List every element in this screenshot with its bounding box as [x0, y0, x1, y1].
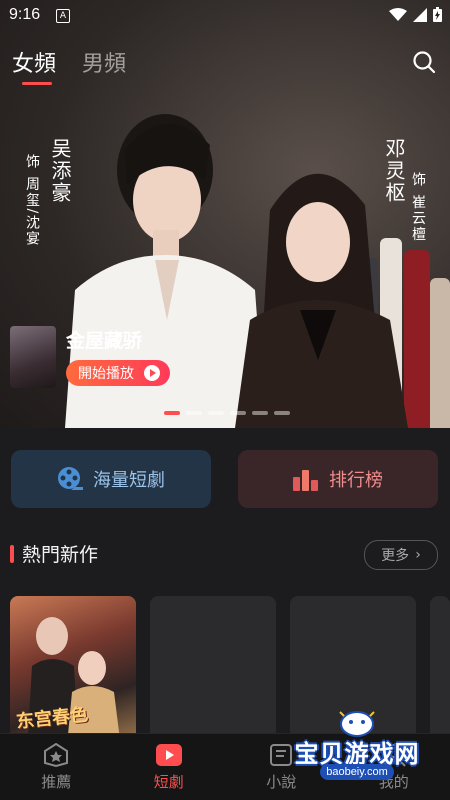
ranking-button[interactable]: 排行榜	[238, 450, 438, 508]
play-button[interactable]: 開始播放	[66, 360, 170, 386]
play-button-label: 開始播放	[78, 366, 134, 382]
section-accent-bar	[10, 544, 14, 563]
notification-app-icon: A	[56, 9, 70, 23]
drama-card[interactable]: 东宫春色	[10, 596, 136, 756]
chevron-right-icon: ›	[415, 547, 421, 563]
drama-title[interactable]: 金屋藏骄	[66, 326, 142, 353]
tab-male[interactable]: 男頻	[82, 46, 126, 78]
watermark: 宝贝游戏网 baobeiy.com	[282, 706, 432, 788]
carousel-dot[interactable]	[274, 411, 290, 415]
drama-thumbnail[interactable]	[10, 326, 56, 388]
watermark-url: baobeiy.com	[320, 764, 394, 780]
carousel-dot[interactable]	[252, 411, 268, 415]
play-icon	[155, 743, 182, 766]
ranking-icon	[293, 470, 318, 491]
more-label: 更多	[381, 548, 410, 564]
carousel-dot[interactable]	[164, 411, 180, 415]
massive-dramas-label: 海量短劇	[93, 470, 165, 491]
film-reel-icon	[58, 467, 83, 490]
section-title: 熱門新作	[22, 544, 99, 566]
status-time: 9:16	[9, 6, 41, 23]
play-icon	[144, 365, 160, 381]
tab-female[interactable]: 女頻	[12, 46, 56, 78]
carousel-indicator	[164, 411, 290, 415]
actor1-name: 吴添豪	[48, 138, 72, 204]
nav-recommend-label: 推薦	[41, 772, 72, 791]
section-header: 熱門新作	[10, 540, 98, 567]
actor1-role: 饰 周玺/沈宴	[24, 154, 40, 248]
carousel-dot[interactable]	[186, 411, 202, 415]
massive-dramas-button[interactable]: 海量短劇	[11, 450, 211, 508]
search-icon[interactable]	[412, 50, 436, 74]
signal-icon	[413, 7, 427, 22]
status-bar: 9:16 A	[0, 0, 450, 30]
wifi-icon	[389, 7, 407, 21]
actor2-name: 邓灵枢	[382, 138, 406, 204]
more-button[interactable]: 更多 ›	[364, 540, 438, 570]
carousel-dot[interactable]	[230, 411, 246, 415]
actor2-role: 饰 崔云檀	[410, 172, 426, 243]
nav-short-drama[interactable]: 短劇	[113, 734, 226, 800]
carousel-dot[interactable]	[208, 411, 224, 415]
nav-short-drama-label: 短劇	[153, 772, 184, 791]
channel-tabs: 女頻 男頻	[12, 46, 126, 78]
recommend-icon	[44, 742, 69, 767]
ranking-label: 排行榜	[329, 470, 383, 491]
status-icons	[389, 7, 442, 22]
battery-icon	[433, 7, 442, 22]
drama-card[interactable]	[150, 596, 276, 756]
drama-card[interactable]	[430, 596, 450, 756]
active-tab-indicator	[22, 82, 52, 85]
nav-recommend[interactable]: 推薦	[0, 734, 113, 800]
